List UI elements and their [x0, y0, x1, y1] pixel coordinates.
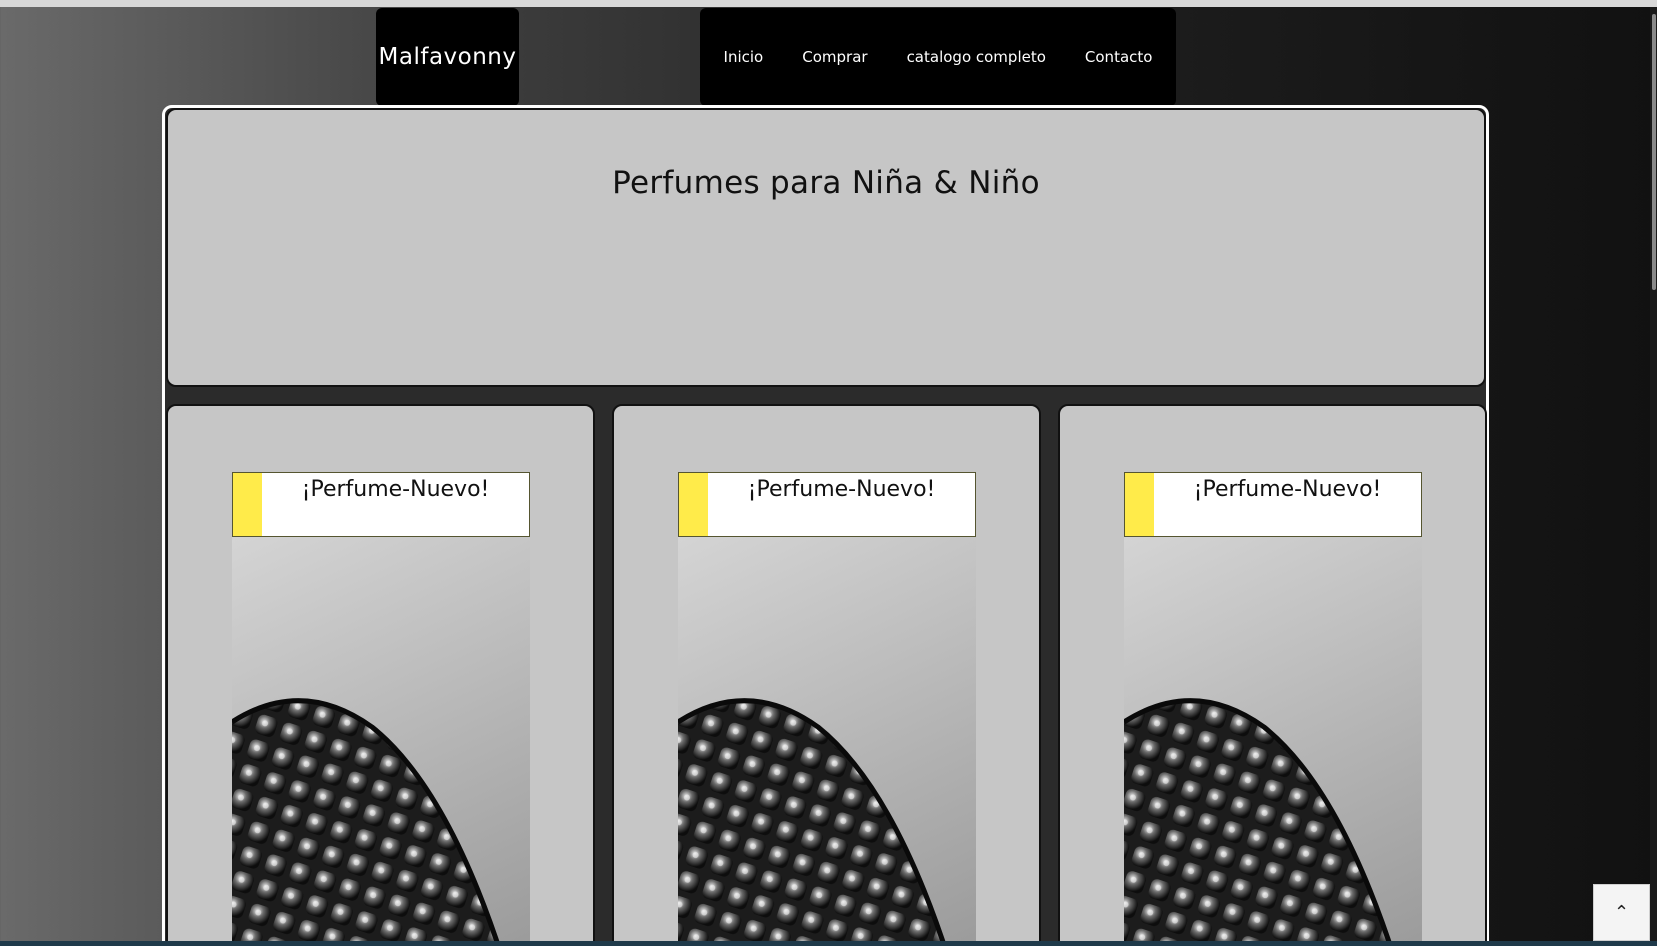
perfume-bottle-graphic	[232, 698, 501, 946]
new-product-badge: ¡Perfume-Nuevo!	[678, 472, 976, 537]
perfume-bottle-image[interactable]	[232, 537, 530, 946]
chevron-up-icon: ⌃	[1613, 902, 1630, 923]
page-title: Perfumes para Niña & Niño	[612, 165, 1040, 201]
perfume-bottle-graphic	[678, 698, 947, 946]
brand-name: Malfavonny	[378, 44, 517, 70]
browser-bottom-bar	[0, 941, 1657, 946]
nav-link-catalogo[interactable]: catalogo completo	[907, 48, 1046, 66]
product-card[interactable]: ¡Perfume-Nuevo!	[612, 404, 1041, 946]
scrollbar-thumb[interactable]	[1652, 14, 1656, 290]
browser-top-bar	[0, 0, 1657, 7]
perfume-bottle-image[interactable]	[1124, 537, 1422, 946]
product-card[interactable]: ¡Perfume-Nuevo!	[1058, 404, 1487, 946]
perfume-bottle-graphic	[1124, 698, 1393, 946]
nav-link-comprar[interactable]: Comprar	[802, 48, 867, 66]
nav-link-contacto[interactable]: Contacto	[1085, 48, 1153, 66]
hero-panel: Perfumes para Niña & Niño	[166, 108, 1486, 387]
nav-link-inicio[interactable]: Inicio	[724, 48, 764, 66]
main-nav: Inicio Comprar catalogo completo Contact…	[700, 8, 1176, 106]
badge-stripe	[1125, 473, 1154, 536]
badge-label: ¡Perfume-Nuevo!	[301, 477, 490, 502]
badge-label: ¡Perfume-Nuevo!	[747, 477, 936, 502]
new-product-badge: ¡Perfume-Nuevo!	[232, 472, 530, 537]
back-to-top-button[interactable]: ⌃	[1593, 884, 1650, 941]
perfume-bottle-image[interactable]	[678, 537, 976, 946]
badge-stripe	[233, 473, 262, 536]
product-card[interactable]: ¡Perfume-Nuevo!	[166, 404, 595, 946]
badge-label: ¡Perfume-Nuevo!	[1193, 477, 1382, 502]
new-product-badge: ¡Perfume-Nuevo!	[1124, 472, 1422, 537]
brand-logo[interactable]: Malfavonny	[376, 8, 519, 106]
badge-stripe	[679, 473, 708, 536]
